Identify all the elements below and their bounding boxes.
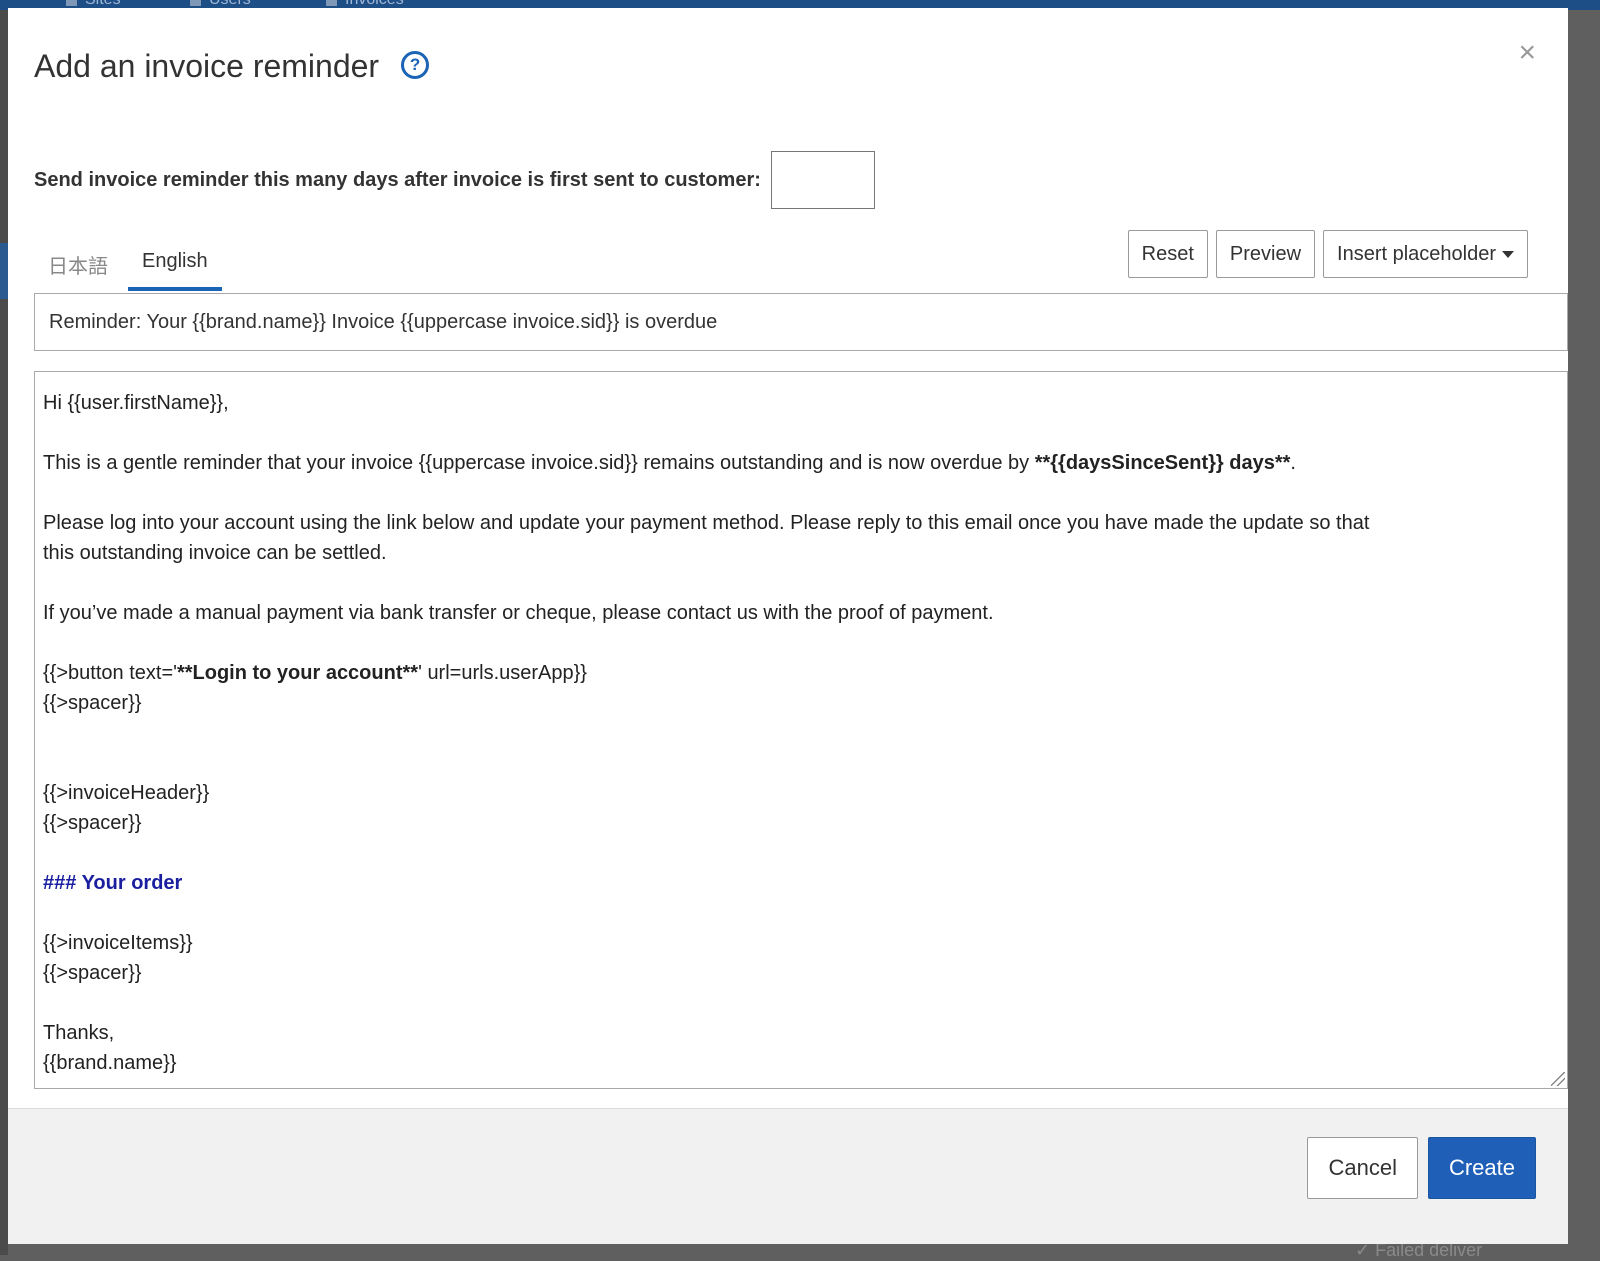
body-line: Hi {{user.firstName}}, — [43, 392, 229, 414]
close-button[interactable]: × — [1518, 38, 1536, 68]
body-textarea[interactable]: Hi {{user.firstName}}, This is a gentle … — [34, 371, 1568, 1089]
footer-actions: Cancel Create — [1307, 1137, 1536, 1199]
subject-input[interactable]: Reminder: Your {{brand.name}} Invoice {{… — [34, 293, 1568, 351]
days-label: Send invoice reminder this many days aft… — [34, 168, 761, 191]
modal-footer: Cancel Create — [8, 1108, 1568, 1244]
tab-japanese[interactable]: 日本語 — [34, 240, 122, 291]
body-line: {{>spacer}} — [43, 962, 142, 984]
body-line: {{brand.name}} — [43, 1052, 177, 1074]
invoices-icon — [326, 0, 337, 6]
create-button[interactable]: Create — [1427, 1137, 1536, 1199]
preview-button[interactable]: Preview — [1215, 230, 1316, 278]
background-sidebar-active — [0, 243, 8, 299]
editor-toolbar: Reset Preview Insert placeholder — [1127, 230, 1528, 278]
users-icon — [190, 0, 201, 6]
days-row: Send invoice reminder this many days aft… — [34, 151, 875, 209]
cancel-button[interactable]: Cancel — [1307, 1137, 1418, 1199]
resize-handle[interactable] — [1551, 1072, 1565, 1086]
body-line: Please log into your account using the l… — [43, 512, 1370, 534]
body-line: {{>invoiceHeader}} — [43, 782, 210, 804]
chevron-down-icon — [1502, 250, 1514, 258]
body-line: Thanks, — [43, 1022, 115, 1044]
days-input[interactable] — [770, 151, 875, 209]
body-line: this outstanding invoice can be settled. — [43, 542, 387, 564]
body-line: If you’ve made a manual payment via bank… — [43, 602, 994, 624]
background-sidebar — [0, 10, 8, 1255]
body-line: {{>button text='**Login to your account*… — [43, 662, 587, 684]
reset-button[interactable]: Reset — [1127, 230, 1208, 278]
insert-placeholder-button[interactable]: Insert placeholder — [1323, 230, 1528, 278]
tab-english[interactable]: English — [128, 240, 222, 291]
body-line: This is a gentle reminder that your invo… — [43, 452, 1296, 474]
modal-header: Add an invoice reminder ? — [34, 48, 430, 85]
language-tabs: 日本語 English — [34, 240, 228, 291]
insert-placeholder-label: Insert placeholder — [1337, 242, 1496, 265]
modal-title: Add an invoice reminder — [34, 48, 380, 84]
invoice-reminder-modal: Add an invoice reminder ? × Send invoice… — [8, 8, 1568, 1244]
body-line: {{>spacer}} — [43, 692, 142, 714]
body-heading-line: ### Your order — [43, 872, 183, 894]
help-icon[interactable]: ? — [401, 50, 430, 79]
sites-icon — [66, 0, 77, 6]
body-line: {{>invoiceItems}} — [43, 932, 193, 954]
body-line: {{>spacer}} — [43, 812, 142, 834]
